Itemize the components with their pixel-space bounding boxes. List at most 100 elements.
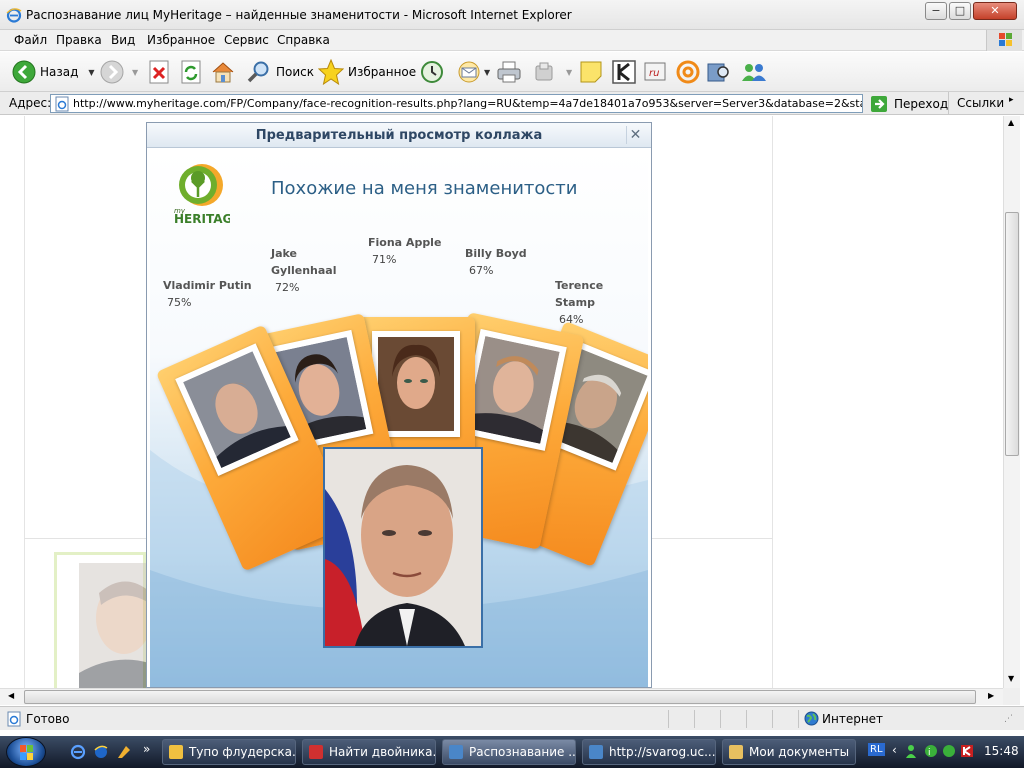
back-button[interactable]: Назад ▼ (12, 59, 95, 85)
taskbar-item-label: Тупо флудерска... (189, 745, 296, 759)
globe-icon (804, 711, 819, 726)
scroll-up-icon[interactable]: ▲ (1008, 118, 1014, 127)
taskbar-item-label: Распознавание ... (469, 745, 576, 759)
celebrity-name: Terence (555, 279, 604, 292)
back-arrow-icon (12, 60, 36, 84)
menu-bar: Файл Правка Вид Избранное Сервис Справка (0, 30, 1024, 51)
update-tray-icon[interactable] (942, 744, 956, 758)
maximize-button[interactable]: □ (949, 2, 971, 20)
status-divider (746, 710, 747, 728)
address-input[interactable]: http://www.myheritage.com/FP/Company/fac… (50, 94, 863, 113)
history-button[interactable] (420, 59, 444, 85)
taskbar-item[interactable]: http://svarog.uc... (582, 739, 716, 765)
mail-icon (458, 61, 480, 83)
start-button[interactable] (6, 737, 46, 767)
quick-launch-ie-icon[interactable] (70, 744, 86, 760)
quick-launch-more-icon[interactable]: » (143, 742, 150, 756)
status-divider (772, 710, 773, 728)
taskbar: » Тупо флудерска... Найти двойника... Ра… (0, 736, 1024, 768)
uploaded-photo-thumbnail[interactable] (54, 552, 149, 688)
menu-favorites[interactable]: Избранное (147, 33, 215, 47)
status-divider (798, 710, 799, 728)
mail-ru-button[interactable] (676, 59, 700, 85)
menu-file[interactable]: Файл (14, 33, 47, 47)
contacts-button[interactable] (740, 59, 768, 85)
back-dropdown-icon[interactable]: ▼ (88, 68, 94, 77)
security-zone: Интернет (822, 712, 884, 726)
vertical-scroll-thumb[interactable] (1005, 212, 1019, 456)
svg-text:ru: ru (649, 68, 659, 79)
home-button[interactable] (210, 59, 236, 85)
collage-image: my HERITAGE Похожие на меня знаменитости… (150, 150, 648, 687)
title-bar: Распознавание лиц MyHeritage – найденные… (0, 0, 1024, 30)
resize-grip-icon[interactable]: ⋰ (1004, 714, 1013, 724)
horizontal-scrollbar[interactable]: ◀ ▶ (0, 688, 1003, 705)
quick-launch-browser-icon[interactable] (93, 744, 109, 760)
close-window-button[interactable]: ✕ (973, 2, 1017, 20)
page-icon (55, 96, 69, 112)
system-tray: RL ‹ i 15:48 (862, 739, 1024, 765)
taskbar-item[interactable]: Распознавание ... (442, 739, 576, 765)
horizontal-scroll-thumb[interactable] (24, 690, 976, 704)
research-button[interactable] (706, 59, 732, 85)
status-divider (720, 710, 721, 728)
celebrity-name: Jake (271, 247, 297, 260)
messenger-icon: ru (644, 62, 666, 81)
network-icon[interactable] (906, 744, 920, 758)
status-divider (694, 710, 695, 728)
search-icon (247, 61, 269, 83)
back-label: Назад (40, 65, 79, 79)
scroll-down-icon[interactable]: ▼ (1008, 674, 1014, 683)
edit-dropdown-icon[interactable]: ▼ (566, 68, 572, 77)
messenger-tray-icon[interactable]: i (924, 744, 938, 758)
taskbar-item-icon (589, 745, 603, 759)
taskbar-item-label: Найти двойника... (329, 745, 436, 759)
star-icon (318, 59, 344, 85)
search-button[interactable]: Поиск (246, 59, 314, 85)
stop-icon (149, 60, 169, 84)
taskbar-item[interactable]: Найти двойника... (302, 739, 436, 765)
minimize-button[interactable]: − (925, 2, 947, 20)
tray-expand-icon[interactable]: ‹ (892, 743, 897, 757)
scroll-left-icon[interactable]: ◀ (8, 691, 14, 700)
taskbar-item[interactable]: Мои документы (722, 739, 856, 765)
mail-button[interactable]: ▼ (456, 59, 490, 85)
vertical-scrollbar[interactable]: ▲ ▼ (1003, 116, 1020, 688)
messenger-button[interactable]: ru (642, 59, 670, 85)
kaspersky-button[interactable] (612, 59, 636, 85)
celebrity-name: Gyllenhaal (271, 264, 337, 277)
taskbar-item-icon (449, 745, 463, 759)
stop-button[interactable] (148, 59, 170, 85)
home-icon (212, 62, 234, 83)
language-indicator[interactable]: RL (868, 743, 885, 756)
quick-launch-app-icon[interactable] (116, 744, 132, 760)
close-dialog-button[interactable]: ✕ (626, 126, 644, 144)
edit-button[interactable]: ▼ (532, 59, 572, 85)
taskbar-item-icon (309, 745, 323, 759)
favorites-button[interactable]: Избранное (318, 59, 416, 85)
go-arrow-icon (871, 95, 887, 112)
search-label: Поиск (276, 65, 315, 79)
menu-tools[interactable]: Сервис (224, 33, 269, 47)
go-button[interactable]: Переход (870, 94, 948, 113)
scroll-right-icon[interactable]: ▶ (988, 691, 994, 700)
links-button[interactable]: Ссылки ▸ (948, 92, 1024, 115)
forward-button[interactable]: ▼ (100, 59, 138, 85)
at-sign-icon (676, 60, 700, 84)
menu-view[interactable]: Вид (111, 33, 135, 47)
taskbar-item[interactable]: Тупо флудерска... (162, 739, 296, 765)
menu-help[interactable]: Справка (277, 33, 330, 47)
antivirus-tray-icon[interactable] (960, 744, 974, 758)
edit-page-icon (535, 62, 553, 81)
refresh-button[interactable] (180, 59, 202, 85)
mail-dropdown-icon[interactable]: ▼ (484, 68, 490, 77)
print-button[interactable] (496, 59, 522, 85)
celebrity-match-percent: 75% (167, 296, 192, 309)
svg-text:i: i (928, 748, 931, 758)
celebrity-name: Billy Boyd (465, 247, 527, 260)
taskbar-item-label: http://svarog.uc... (609, 745, 716, 759)
forward-dropdown-icon[interactable]: ▼ (132, 68, 138, 77)
menu-edit[interactable]: Правка (56, 33, 102, 47)
clock[interactable]: 15:48 (984, 744, 1019, 758)
notes-button[interactable] (578, 59, 604, 85)
